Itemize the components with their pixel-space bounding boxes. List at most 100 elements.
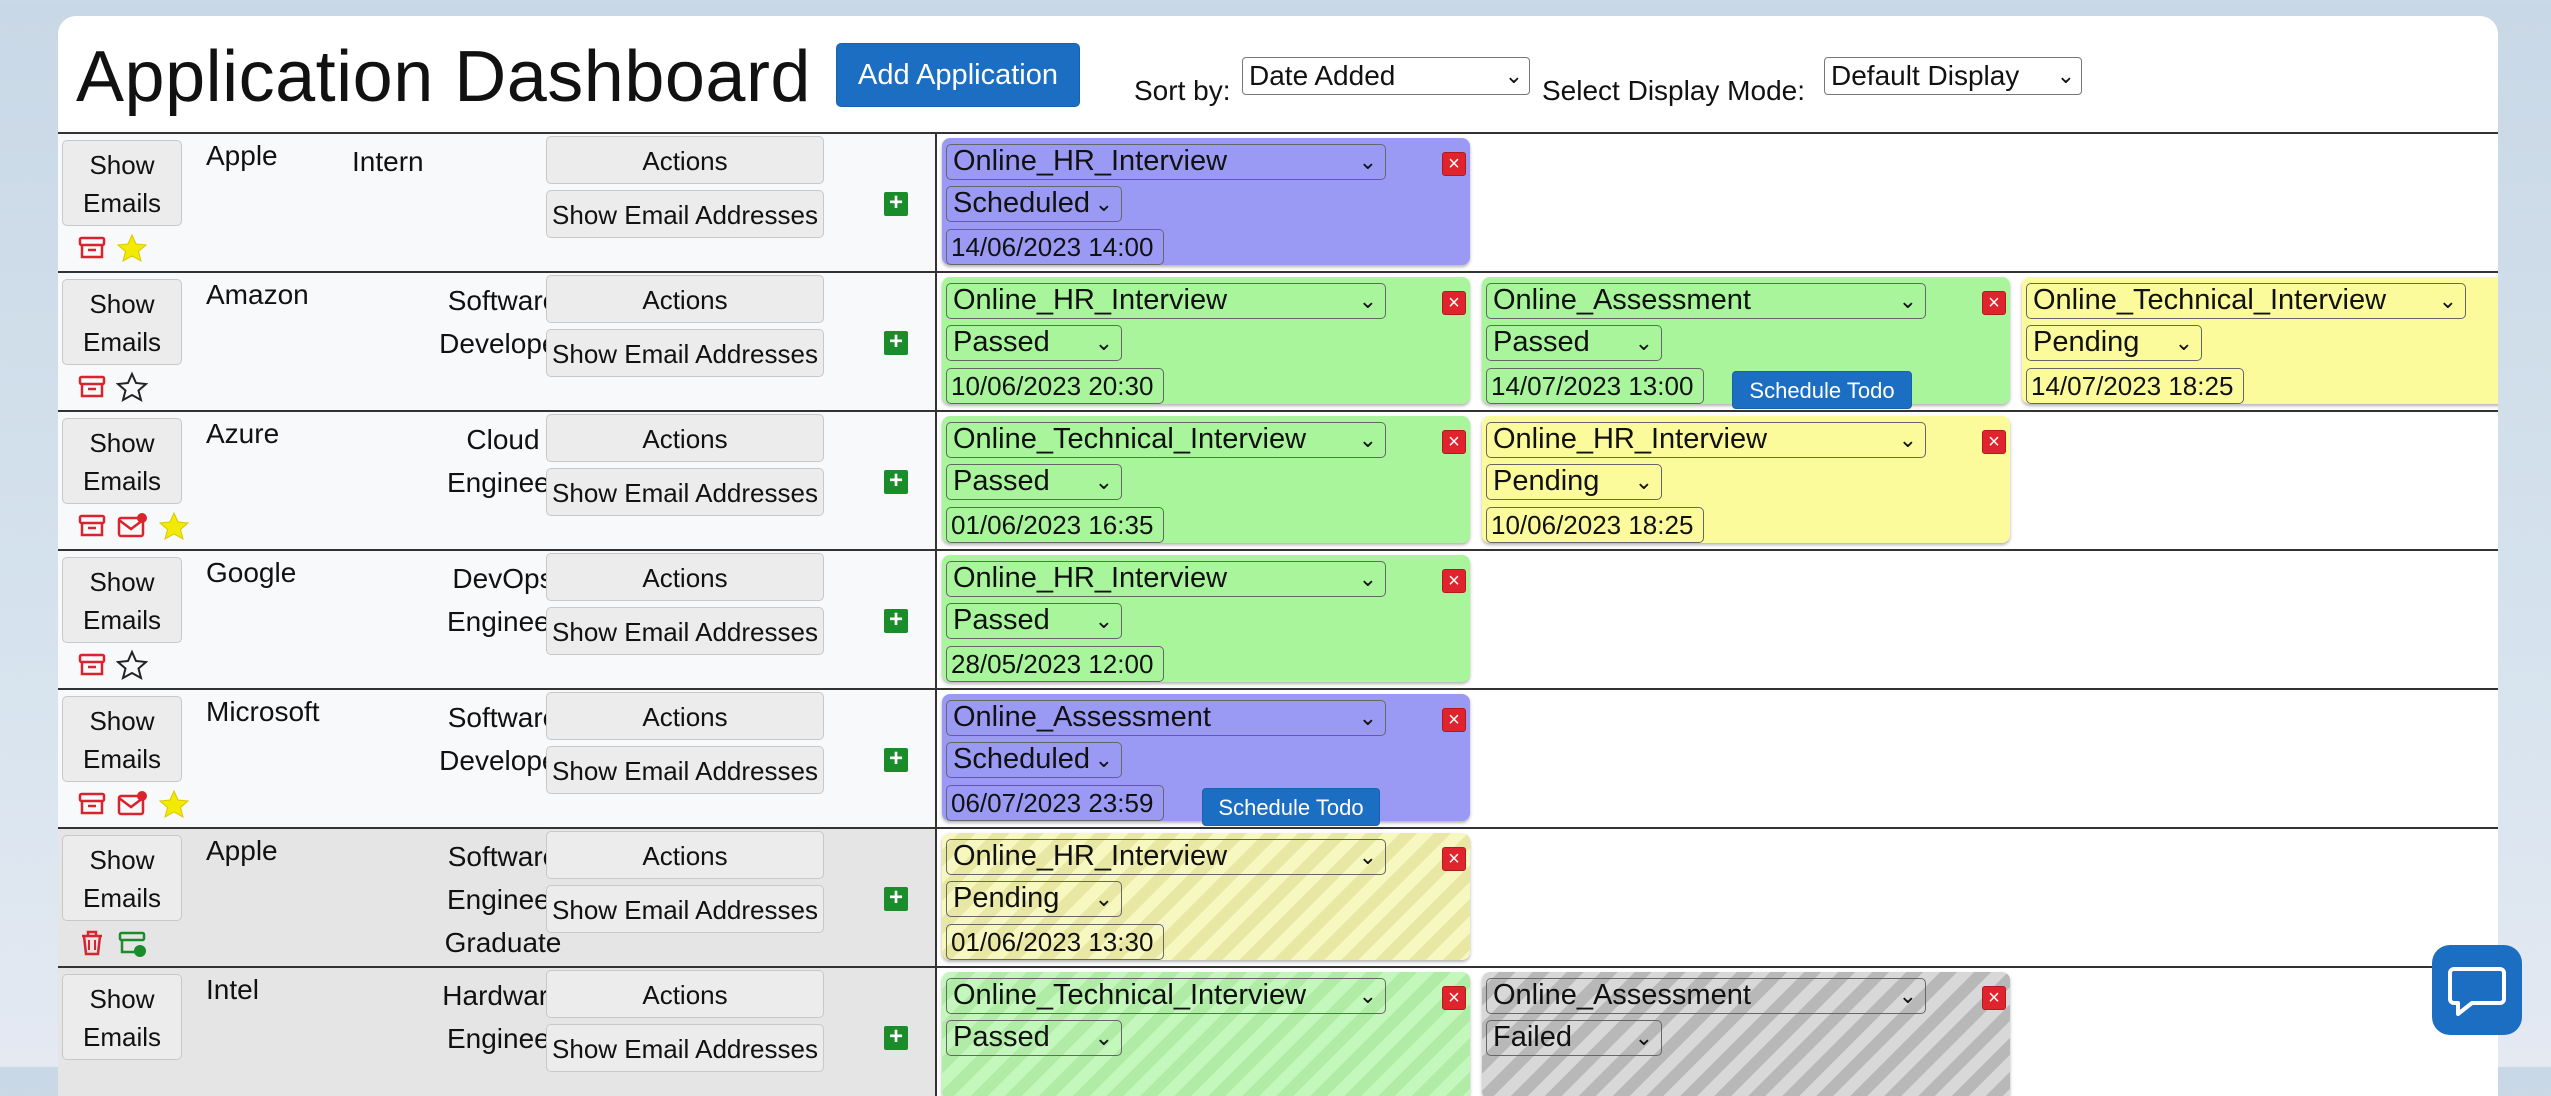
show-emails-button[interactable]: Show Emails — [62, 279, 182, 365]
actions-button[interactable]: Actions — [546, 692, 824, 740]
actions-button[interactable]: Actions — [546, 136, 824, 184]
add-stage-button[interactable]: + — [884, 747, 908, 772]
show-emails-button[interactable]: Show Emails — [62, 696, 182, 782]
actions-button[interactable]: Actions — [546, 970, 824, 1018]
stage-date-input[interactable]: 01/06/2023 16:35 — [946, 507, 1164, 543]
schedule-todo-button[interactable]: Schedule Todo — [1732, 371, 1912, 409]
stage-status-select[interactable]: Pending ⌄ — [946, 881, 1122, 917]
show-emails-button[interactable]: Show Emails — [62, 140, 182, 226]
stage-status-select[interactable]: Pending ⌄ — [1486, 464, 1662, 500]
add-stage-button[interactable]: + — [884, 330, 908, 355]
show-email-addresses-button[interactable]: Show Email Addresses — [546, 746, 824, 794]
add-stage-button[interactable]: + — [884, 191, 908, 216]
stage-type-select[interactable]: Online_Assessment ⌄ — [1486, 978, 1926, 1014]
star-filled-icon[interactable] — [158, 510, 190, 542]
stage-date-input[interactable]: 10/06/2023 18:25 — [1486, 507, 1704, 543]
stage-type-select[interactable]: Online_Assessment ⌄ — [946, 700, 1386, 736]
archive-icon[interactable] — [76, 232, 108, 264]
stage-status-select[interactable]: Scheduled ⌄ — [946, 186, 1122, 222]
row-info: Show Emails Azure Cloud Engineer Actions… — [58, 412, 937, 549]
stage-status-select[interactable]: Pending ⌄ — [2026, 325, 2202, 361]
actions-button[interactable]: Actions — [546, 275, 824, 323]
chevron-down-icon: ⌄ — [1898, 427, 1917, 452]
add-stage-button[interactable]: + — [884, 469, 908, 494]
stage-type-select[interactable]: Online_Technical_Interview ⌄ — [2026, 283, 2466, 319]
chat-button[interactable] — [2432, 945, 2522, 1035]
stage-date-input[interactable]: 01/06/2023 13:30 — [946, 924, 1164, 960]
sort-label: Sort by: — [1134, 75, 1231, 106]
display-mode-select[interactable]: Default Display ⌄ — [1824, 57, 2082, 95]
delete-stage-icon[interactable]: × — [1982, 986, 2006, 1010]
star-filled-icon[interactable] — [116, 232, 148, 264]
delete-stage-icon[interactable]: × — [1442, 986, 1466, 1010]
restore-archive-icon[interactable] — [116, 927, 148, 959]
show-email-addresses-button[interactable]: Show Email Addresses — [546, 885, 824, 933]
archive-icon[interactable] — [76, 649, 108, 681]
show-emails-button[interactable]: Show Emails — [62, 418, 182, 504]
show-email-addresses-button[interactable]: Show Email Addresses — [546, 1024, 824, 1072]
stage-status-select[interactable]: Failed ⌄ — [1486, 1020, 1662, 1056]
archive-icon[interactable] — [76, 510, 108, 542]
chevron-down-icon: ⌄ — [2056, 63, 2075, 88]
show-emails-button[interactable]: Show Emails — [62, 557, 182, 643]
stage-date-input[interactable]: 10/06/2023 20:30 — [946, 368, 1164, 404]
stage-date-input[interactable]: 06/07/2023 23:59 — [946, 785, 1164, 821]
stage-type-select[interactable]: Online_Technical_Interview ⌄ — [946, 422, 1386, 458]
table-row: Show Emails Google DevOps Engineer Actio… — [58, 551, 2498, 690]
show-emails-button[interactable]: Show Emails — [62, 835, 182, 921]
add-stage-button[interactable]: + — [884, 1025, 908, 1050]
stage-type-select[interactable]: Online_HR_Interview ⌄ — [946, 283, 1386, 319]
delete-stage-icon[interactable]: × — [1442, 708, 1466, 732]
sort-select[interactable]: Date Added ⌄ — [1242, 57, 1530, 95]
star-outline-icon[interactable] — [116, 649, 148, 681]
stage-type-select[interactable]: Online_Technical_Interview ⌄ — [946, 978, 1386, 1014]
actions-button[interactable]: Actions — [546, 414, 824, 462]
mail-notification-icon[interactable] — [116, 510, 148, 542]
actions-button[interactable]: Actions — [546, 831, 824, 879]
stage-status-select[interactable]: Passed ⌄ — [946, 1020, 1122, 1056]
trash-icon[interactable] — [76, 927, 108, 959]
add-application-button[interactable]: Add Application — [836, 43, 1080, 107]
delete-stage-icon[interactable]: × — [1982, 430, 2006, 454]
stage-status-select[interactable]: Passed ⌄ — [946, 325, 1122, 361]
star-outline-icon[interactable] — [116, 371, 148, 403]
delete-stage-icon[interactable]: × — [1442, 291, 1466, 315]
show-email-addresses-button[interactable]: Show Email Addresses — [546, 190, 824, 238]
show-email-addresses-button[interactable]: Show Email Addresses — [546, 607, 824, 655]
show-email-addresses-button[interactable]: Show Email Addresses — [546, 329, 824, 377]
stage-date-input[interactable]: 14/07/2023 13:00 — [1486, 368, 1704, 404]
stage-status-select[interactable]: Passed ⌄ — [946, 603, 1122, 639]
stage-status-select[interactable]: Scheduled ⌄ — [946, 742, 1122, 778]
stage-type-select[interactable]: Online_HR_Interview ⌄ — [1486, 422, 1926, 458]
archive-icon[interactable] — [76, 788, 108, 820]
delete-stage-icon[interactable]: × — [1982, 291, 2006, 315]
stage-type-select[interactable]: Online_Assessment ⌄ — [1486, 283, 1926, 319]
archive-icon[interactable] — [76, 371, 108, 403]
stage-status-select[interactable]: Passed ⌄ — [1486, 325, 1662, 361]
add-stage-button[interactable]: + — [884, 886, 908, 911]
show-email-addresses-button[interactable]: Show Email Addresses — [546, 468, 824, 516]
actions-button[interactable]: Actions — [546, 553, 824, 601]
stage-type-select[interactable]: Online_HR_Interview ⌄ — [946, 561, 1386, 597]
company-name: Google — [206, 557, 297, 588]
mail-notification-icon[interactable] — [116, 788, 148, 820]
stage-date-input[interactable]: 14/06/2023 14:00 — [946, 229, 1164, 265]
table-row: Show Emails Intel Hardware Engineer Acti… — [58, 968, 2498, 1096]
stage-type-select[interactable]: Online_HR_Interview ⌄ — [946, 839, 1386, 875]
stage-date-input[interactable]: 28/05/2023 12:00 — [946, 646, 1164, 682]
delete-stage-icon[interactable]: × — [1442, 152, 1466, 176]
stage-date-input[interactable]: 14/07/2023 18:25 — [2026, 368, 2244, 404]
stage-card: Online_Technical_Interview ⌄ × Passed ⌄ 01… — [942, 416, 1470, 543]
delete-stage-icon[interactable]: × — [1442, 847, 1466, 871]
chevron-down-icon: ⌄ — [1634, 1025, 1653, 1050]
stage-status-select[interactable]: Passed ⌄ — [946, 464, 1122, 500]
role-name: Intern — [352, 146, 424, 177]
chevron-down-icon: ⌄ — [1358, 705, 1377, 730]
add-stage-button[interactable]: + — [884, 608, 908, 633]
schedule-todo-button[interactable]: Schedule Todo — [1202, 788, 1380, 826]
stage-type-select[interactable]: Online_HR_Interview ⌄ — [946, 144, 1386, 180]
star-filled-icon[interactable] — [158, 788, 190, 820]
delete-stage-icon[interactable]: × — [1442, 569, 1466, 593]
show-emails-button[interactable]: Show Emails — [62, 974, 182, 1060]
delete-stage-icon[interactable]: × — [1442, 430, 1466, 454]
